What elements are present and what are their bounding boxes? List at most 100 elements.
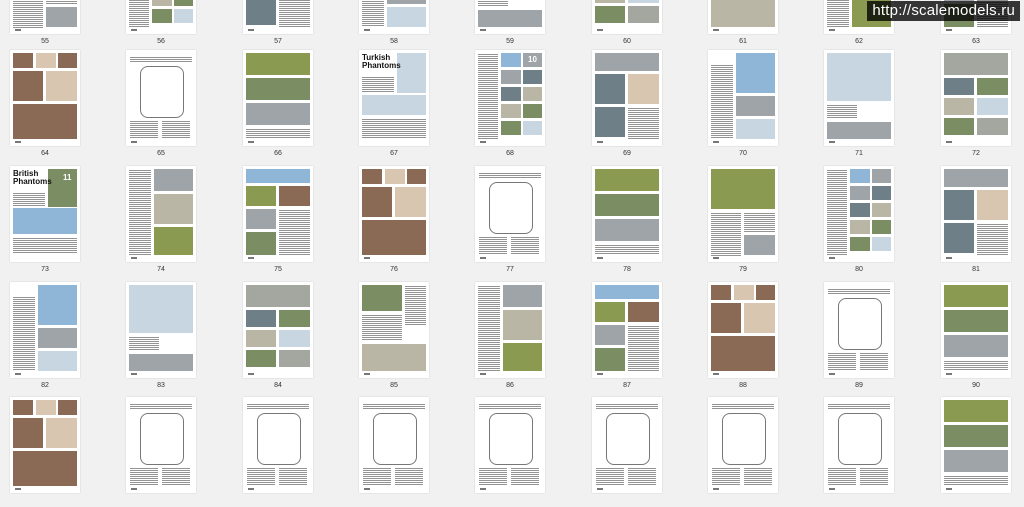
text-column	[628, 467, 656, 485]
page-thumbnail[interactable]: 58	[349, 0, 465, 48]
page-preview[interactable]	[126, 0, 196, 34]
page-thumbnail[interactable]	[582, 397, 698, 507]
page-preview[interactable]	[592, 166, 662, 262]
page-preview[interactable]	[126, 397, 196, 493]
page-thumbnail[interactable]: 59	[465, 0, 581, 48]
text-column	[977, 223, 1008, 255]
page-thumbnail[interactable]: 64	[0, 50, 116, 160]
photo	[595, 169, 659, 191]
page-preview[interactable]	[941, 282, 1011, 378]
page-thumbnail[interactable]: 81	[931, 166, 1024, 276]
page-preview[interactable]	[824, 50, 894, 146]
page-preview[interactable]	[592, 397, 662, 493]
page-thumbnail[interactable]: 70	[698, 50, 814, 160]
page-thumbnail[interactable]: 65	[116, 50, 232, 160]
photo	[595, 107, 625, 137]
page-thumbnail[interactable]: 79	[698, 166, 814, 276]
photo	[46, 7, 77, 27]
page-preview[interactable]	[475, 282, 545, 378]
page-preview[interactable]	[359, 0, 429, 34]
page-preview[interactable]: British Phantoms 11	[10, 166, 80, 262]
page-thumbnail[interactable]: 57	[233, 0, 349, 48]
page-preview[interactable]	[475, 0, 545, 34]
photo	[36, 400, 56, 415]
page-preview[interactable]	[824, 282, 894, 378]
page-thumbnail[interactable]: 75	[233, 166, 349, 276]
page-preview[interactable]	[708, 50, 778, 146]
page-preview[interactable]	[824, 166, 894, 262]
page-thumbnail[interactable]: 85	[349, 282, 465, 392]
page-thumbnail[interactable]: 61	[698, 0, 814, 48]
page-preview[interactable]	[10, 282, 80, 378]
page-thumbnail[interactable]: 83	[116, 282, 232, 392]
page-preview[interactable]	[708, 397, 778, 493]
page-preview[interactable]	[10, 50, 80, 146]
page-thumbnail[interactable]: 80	[814, 166, 930, 276]
page-preview[interactable]	[941, 50, 1011, 146]
page-preview[interactable]	[243, 282, 313, 378]
page-number: 77	[506, 266, 514, 273]
page-thumbnail[interactable]: 69	[582, 50, 698, 160]
page-thumbnail[interactable]	[814, 397, 930, 507]
page-preview[interactable]	[126, 50, 196, 146]
page-thumbnail[interactable]	[698, 397, 814, 507]
page-preview[interactable]	[10, 397, 80, 493]
page-thumbnail[interactable]: 60	[582, 0, 698, 48]
page-thumbnail[interactable]: 76	[349, 166, 465, 276]
page-footer-mark	[15, 373, 21, 375]
page-thumbnail[interactable]: 82	[0, 282, 116, 392]
page-thumbnail[interactable]: 86	[465, 282, 581, 392]
page-preview[interactable]	[243, 50, 313, 146]
page-thumbnail[interactable]: 89	[814, 282, 930, 392]
page-thumbnail[interactable]	[465, 397, 581, 507]
page-preview[interactable]: 10	[475, 50, 545, 146]
page-preview[interactable]	[708, 0, 778, 34]
page-preview[interactable]	[243, 0, 313, 34]
page-preview[interactable]	[708, 282, 778, 378]
page-preview[interactable]	[126, 282, 196, 378]
page-preview[interactable]	[941, 397, 1011, 493]
page-preview[interactable]	[592, 50, 662, 146]
page-preview[interactable]	[475, 397, 545, 493]
page-preview[interactable]	[592, 0, 662, 34]
page-preview[interactable]	[941, 166, 1011, 262]
page-thumbnail[interactable]: 74	[116, 166, 232, 276]
page-thumbnail[interactable]: 78	[582, 166, 698, 276]
page-number: 57	[274, 38, 282, 45]
page-preview[interactable]	[243, 397, 313, 493]
page-thumbnail[interactable]: 71	[814, 50, 930, 160]
page-preview[interactable]	[359, 166, 429, 262]
photo	[279, 310, 310, 327]
page-thumbnail[interactable]	[0, 397, 116, 507]
page-thumbnail[interactable]	[349, 397, 465, 507]
page-thumbnail[interactable]: 72	[931, 50, 1024, 160]
page-thumbnail[interactable]: 66	[233, 50, 349, 160]
page-preview[interactable]	[592, 282, 662, 378]
page-preview[interactable]	[708, 166, 778, 262]
page-preview[interactable]	[10, 0, 80, 34]
page-thumbnail[interactable]: 55	[0, 0, 116, 48]
page-number: 62	[855, 38, 863, 45]
page-thumbnail[interactable]: British Phantoms 11 73	[0, 166, 116, 276]
page-thumbnail[interactable]: 56	[116, 0, 232, 48]
page-preview[interactable]	[824, 397, 894, 493]
page-thumbnail[interactable]: 87	[582, 282, 698, 392]
line-drawing	[489, 413, 533, 465]
page-thumbnail[interactable]: 84	[233, 282, 349, 392]
page-preview[interactable]	[475, 166, 545, 262]
page-preview[interactable]	[243, 166, 313, 262]
page-thumbnail[interactable]	[233, 397, 349, 507]
page-thumbnail[interactable]	[116, 397, 232, 507]
photo	[872, 169, 891, 183]
page-thumbnail[interactable]: 88	[698, 282, 814, 392]
page-thumbnail[interactable]: 10 68	[465, 50, 581, 160]
page-preview[interactable]	[359, 282, 429, 378]
photo	[711, 336, 775, 371]
page-thumbnail[interactable]: 90	[931, 282, 1024, 392]
page-thumbnail[interactable]	[931, 397, 1024, 507]
page-preview[interactable]: Turkish Phantoms	[359, 50, 429, 146]
page-preview[interactable]	[126, 166, 196, 262]
page-thumbnail[interactable]: Turkish Phantoms 67	[349, 50, 465, 160]
page-preview[interactable]	[359, 397, 429, 493]
page-thumbnail[interactable]: 77	[465, 166, 581, 276]
